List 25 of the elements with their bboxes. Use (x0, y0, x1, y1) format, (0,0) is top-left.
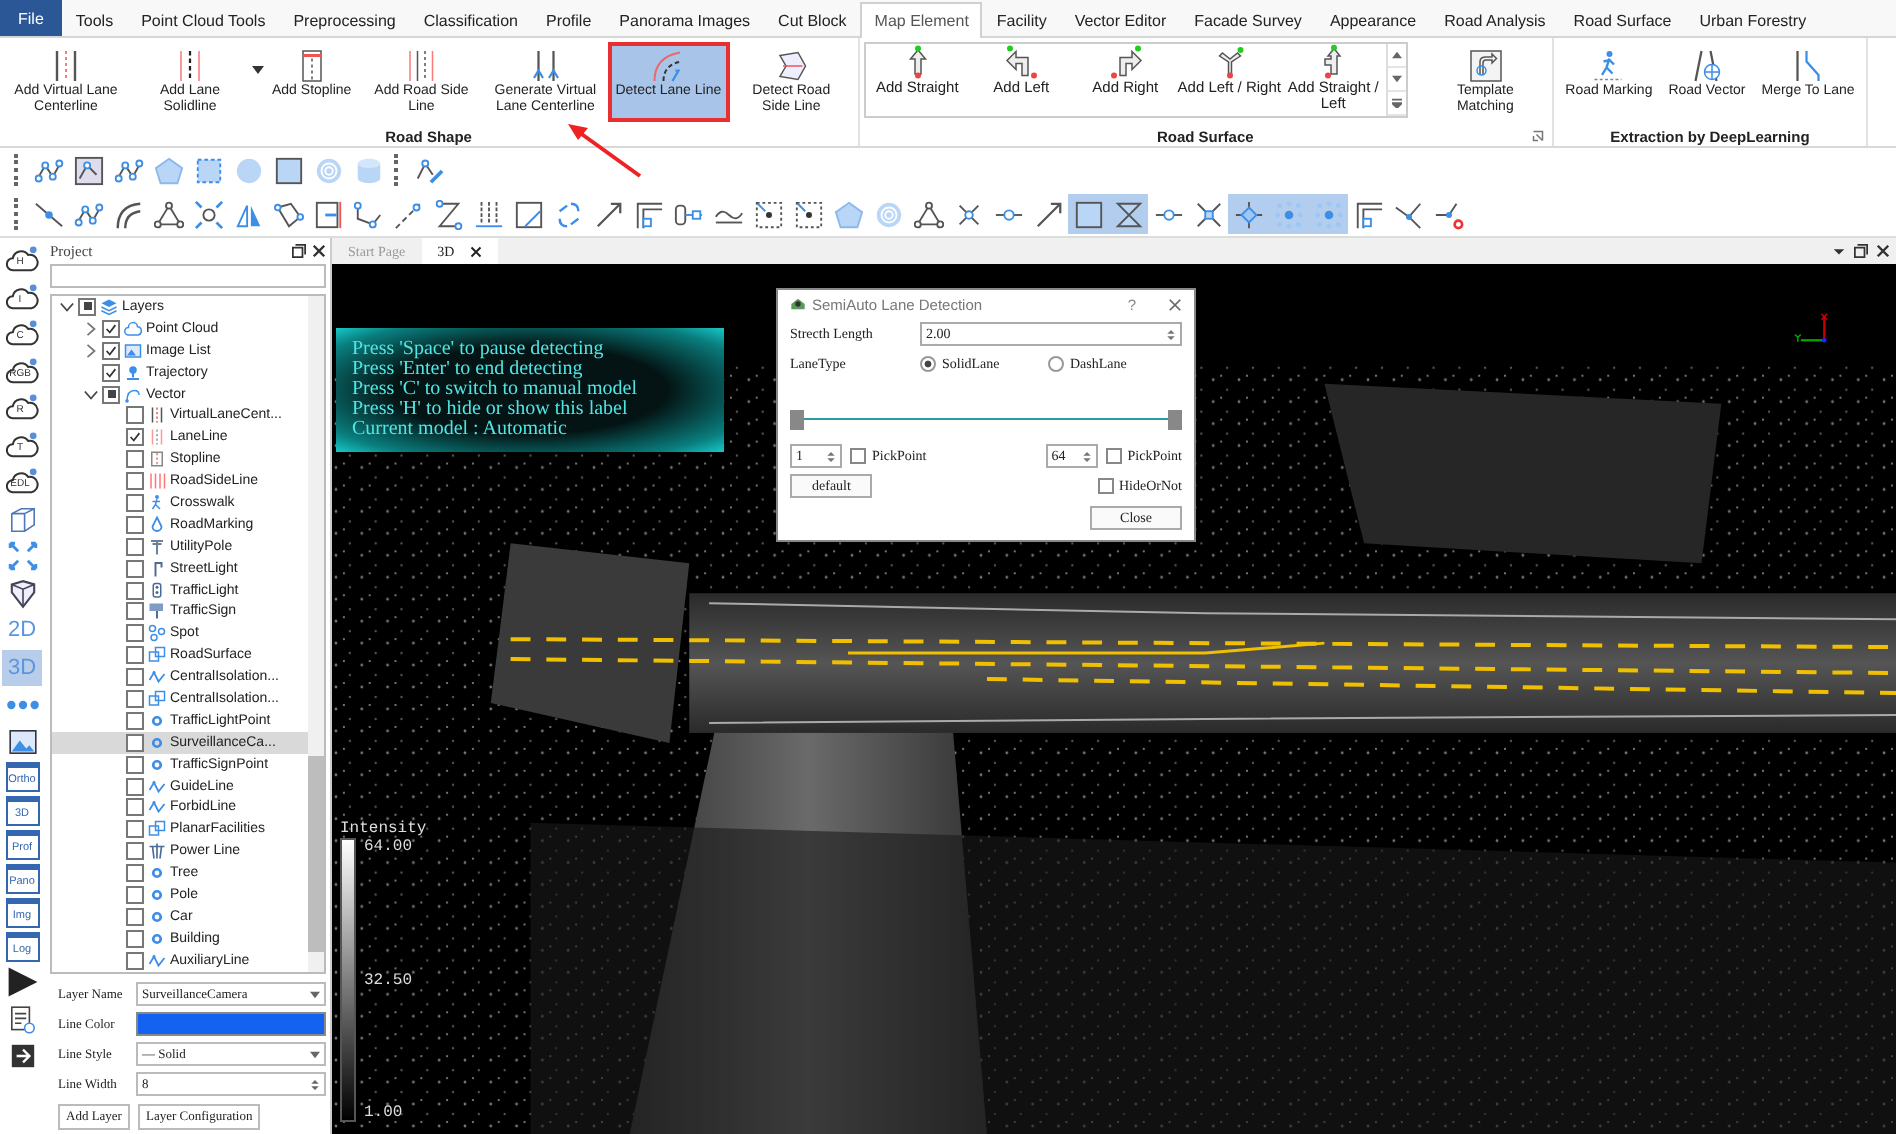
hint-text: Press 'C' to switch to manual model (352, 380, 639, 400)
ribbon-tab[interactable]: Tools (61, 2, 128, 36)
ribbon-tab[interactable]: Road Surface (1559, 2, 1686, 36)
ribbon-tab[interactable]: Road Analysis (1430, 2, 1560, 36)
hint-text: Press 'Space' to pause detecting (352, 340, 606, 360)
file-menu-tab[interactable]: File (0, 0, 62, 36)
ribbon-tab[interactable]: Profile (531, 2, 606, 36)
hint-text: Current model : Automatic (352, 420, 569, 440)
legend-tick-label: 1.00 (364, 1104, 405, 1122)
ribbon-tab[interactable]: Cut Block (764, 2, 861, 36)
ribbon-tab[interactable]: Facade Survey (1180, 2, 1316, 36)
ribbon-tab[interactable]: Vector Editor (1060, 2, 1181, 36)
ribbon-tab[interactable]: Facility (982, 2, 1061, 36)
ribbon-tab[interactable]: Map Element (860, 2, 983, 38)
legend-title: Intensity (340, 820, 427, 838)
legend-tick-label: 64.00 (364, 838, 413, 856)
hint-text: Press 'H' to hide or show this label (352, 400, 630, 420)
hint-text: Press 'Enter' to end detecting (352, 360, 583, 380)
ribbon-tab[interactable]: Appearance (1315, 2, 1431, 36)
ribbon-tab[interactable]: Classification (409, 2, 532, 36)
ribbon-tab[interactable]: Preprocessing (279, 2, 410, 36)
ribbon-tab[interactable]: Panorama Images (605, 2, 765, 36)
ribbon-tab[interactable]: Point Cloud Tools (127, 2, 280, 36)
ribbon-tab[interactable]: Urban Forestry (1685, 2, 1821, 36)
legend-tick-label: 32.50 (364, 971, 413, 989)
